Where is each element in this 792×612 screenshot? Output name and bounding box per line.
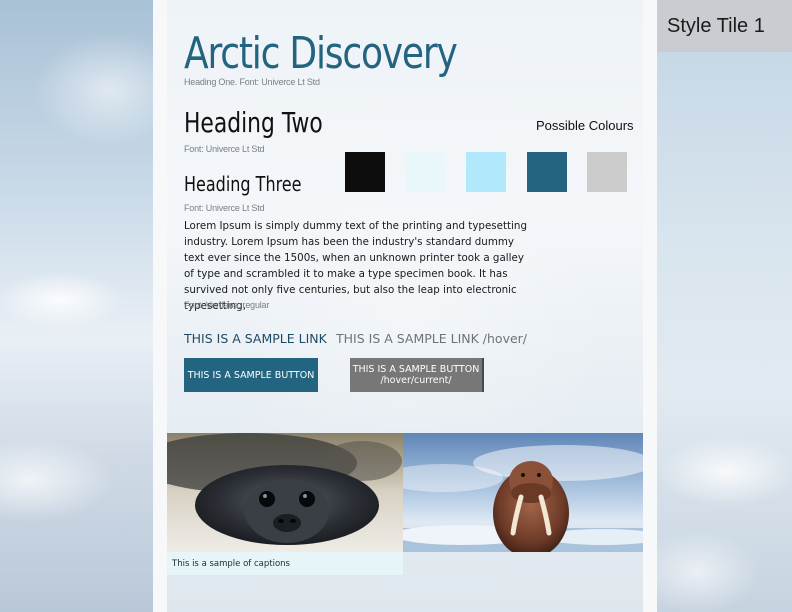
ice-background-left	[0, 0, 153, 612]
walrus-image	[403, 433, 643, 552]
sample-button[interactable]: THIS IS A SAMPLE BUTTON	[184, 358, 318, 392]
heading-two-note: Font: Univerce Lt Std	[184, 144, 265, 154]
sample-link[interactable]: THIS IS A SAMPLE LINK	[184, 331, 327, 346]
colour-swatch-light-blue	[466, 152, 506, 192]
page-gutter-left	[153, 0, 167, 612]
colour-swatch-grey	[587, 152, 627, 192]
body-font-note: Font: Verdana, regular	[184, 300, 270, 310]
sample-button-hover[interactable]: THIS IS A SAMPLE BUTTON /hover/current/	[350, 358, 484, 392]
sample-button-hover-label-line2: /hover/current/	[380, 375, 452, 386]
image-caption-text: This is a sample of captions	[172, 558, 290, 569]
seal-image	[167, 433, 403, 552]
heading-three: Heading Three	[184, 172, 302, 196]
possible-colours-title: Possible Colours	[536, 118, 634, 133]
seal-photo	[167, 433, 403, 552]
heading-one: Arctic Discovery	[184, 28, 458, 79]
image-caption: This is a sample of captions	[167, 552, 403, 575]
sample-button-hover-label-line1: THIS IS A SAMPLE BUTTON	[352, 364, 480, 375]
sample-button-label: THIS IS A SAMPLE BUTTON	[187, 369, 315, 381]
heading-three-note: Font: Univerce Lt Std	[184, 203, 265, 213]
ice-background-right	[657, 52, 792, 612]
page-gutter-right	[643, 0, 657, 612]
colour-swatch-pale-blue	[405, 152, 445, 192]
heading-one-note: Heading One. Font: Univerce Lt Std	[184, 77, 320, 87]
heading-two: Heading Two	[184, 106, 323, 139]
walrus-photo	[403, 433, 643, 552]
sample-link-hover[interactable]: THIS IS A SAMPLE LINK /hover/	[336, 331, 527, 346]
colour-swatch-black	[345, 152, 385, 192]
style-tile-label: Style Tile 1	[657, 0, 792, 52]
colour-swatch-dark-teal	[527, 152, 567, 192]
